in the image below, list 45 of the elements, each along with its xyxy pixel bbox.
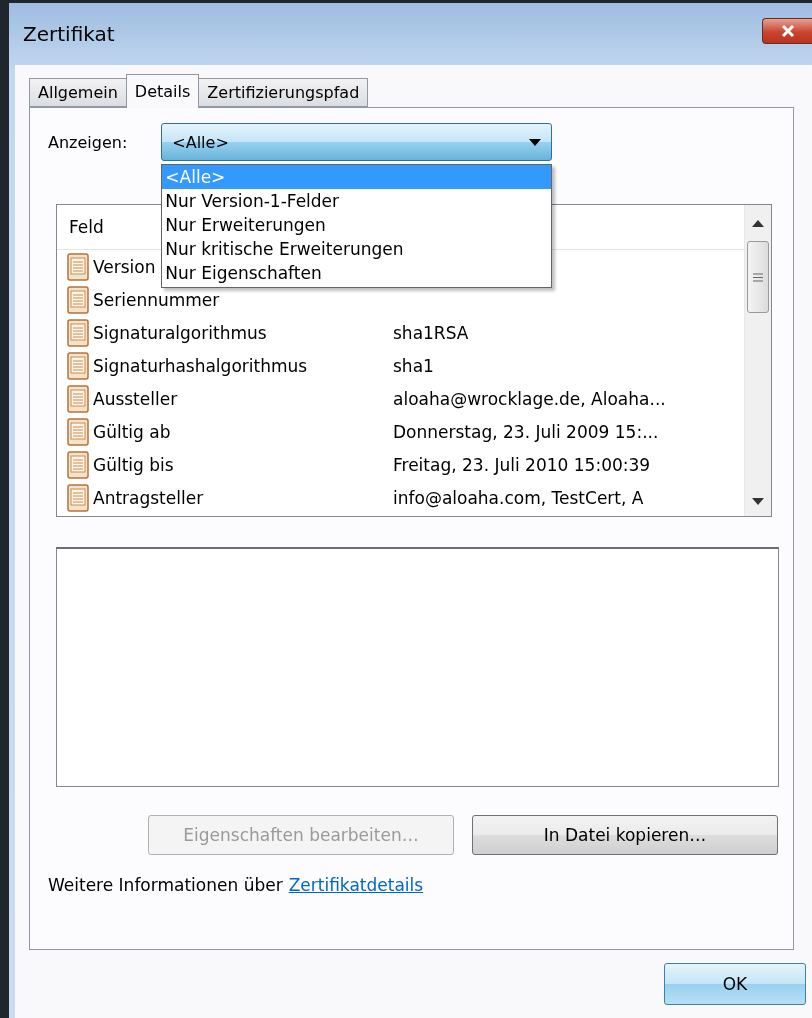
- dropdown-option[interactable]: Nur kritische Erweiterungen: [162, 237, 552, 261]
- certificate-icon: [67, 285, 89, 314]
- certificate-icon: [67, 351, 89, 380]
- field-name: Gültig bis: [93, 454, 174, 475]
- scroll-down-icon: [752, 498, 764, 506]
- field-value: sha1: [393, 355, 434, 376]
- tab[interactable]: Allgemein: [29, 78, 127, 107]
- field-name: Aussteller: [93, 388, 178, 409]
- field-value: Donnerstag, 23. Juli 2009 15:...: [393, 421, 659, 442]
- field-name: Signaturhashalgorithmus: [93, 355, 308, 376]
- field-name: Version: [93, 256, 156, 277]
- certificate-icon: [67, 417, 89, 446]
- certificate-icon: [67, 450, 89, 479]
- field-value: aloaha@wrocklage.de, Aloaha...: [393, 388, 666, 409]
- field-name: Antragsteller: [93, 487, 204, 508]
- grip-icon: [753, 272, 763, 282]
- field-value: Freitag, 23. Juli 2010 15:00:39: [393, 454, 651, 475]
- certificate-icon: [67, 483, 89, 512]
- show-dropdown[interactable]: <Alle>: [161, 123, 553, 161]
- ok-button[interactable]: OK: [664, 963, 806, 1005]
- tab[interactable]: Zertifizierungspfad: [198, 78, 369, 107]
- details-link[interactable]: Zertifikatdetails: [288, 875, 424, 895]
- certificate-icon: [67, 384, 89, 413]
- close-button[interactable]: [762, 18, 812, 44]
- field-name: Signaturalgorithmus: [93, 322, 267, 343]
- field-value: sha1RSA: [393, 322, 469, 343]
- certificate-icon: [67, 252, 89, 281]
- action-button[interactable]: In Datei kopieren…: [472, 815, 778, 855]
- tab[interactable]: Details: [125, 74, 200, 108]
- scroll-thumb[interactable]: [747, 241, 769, 313]
- certificate-icon: [67, 318, 89, 347]
- scrollbar[interactable]: [744, 205, 771, 516]
- field-name: Seriennummer: [93, 289, 220, 310]
- show-label: Anzeigen:: [48, 132, 128, 152]
- scroll-up-icon: [752, 219, 764, 227]
- dropdown-option[interactable]: Nur Eigenschaften: [162, 261, 552, 285]
- dropdown-option[interactable]: Nur Erweiterungen: [162, 213, 552, 237]
- info-text: Weitere Informationen über: [48, 875, 283, 895]
- window-title: Zertifikat: [23, 22, 115, 46]
- field-value: info@aloaha.com, TestCert, A: [393, 487, 644, 508]
- dropdown-option[interactable]: Nur Version-1-Felder: [162, 189, 552, 213]
- close-icon: [779, 24, 796, 38]
- dropdown-arrow-icon: [529, 138, 542, 146]
- column-header[interactable]: Feld: [69, 217, 104, 237]
- field-name: Gültig ab: [93, 421, 171, 442]
